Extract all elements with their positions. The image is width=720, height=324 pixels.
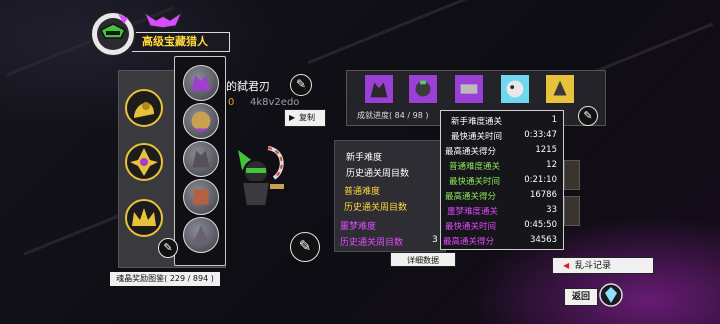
- hero-character-icon: [228, 140, 292, 210]
- edit-hero-button[interactable]: ✎: [290, 232, 320, 262]
- edit-achievement-button[interactable]: ✎: [578, 106, 598, 126]
- skin-slot-3-icon[interactable]: [183, 141, 219, 177]
- skin-slot-5-icon[interactable]: [183, 217, 219, 253]
- nightmare-cycles-value: 3: [432, 235, 438, 245]
- detail-popup: 新手难度通关 1 最快通关时间 0:33:47 最高通关得分 1215 普通难度…: [440, 110, 564, 250]
- novice-title: 新手难度: [346, 153, 383, 163]
- popup-row: 最快通关时间 0:33:47: [451, 130, 557, 142]
- brawl-record-button[interactable]: ◀ 乱斗记录: [552, 257, 654, 274]
- achievement-progress: 成就进度( 84 / 98 ): [357, 111, 429, 120]
- copy-label: 复制: [299, 113, 315, 122]
- player-name: 的弑君刃: [226, 80, 270, 93]
- collection-progress[interactable]: 魂晶奖励图鉴( 229 / 894 ): [110, 272, 220, 286]
- achievement-4-icon[interactable]: [500, 74, 530, 104]
- gold-crown-medal-icon[interactable]: [124, 198, 164, 238]
- popup-row: 最快通关时间 0:45:50: [445, 220, 557, 232]
- skin-selector[interactable]: [174, 56, 226, 266]
- brawl-record-label: 乱斗记录: [575, 261, 612, 271]
- edit-name-button[interactable]: ✎: [290, 74, 312, 96]
- popup-row: 噩梦难度通关 33: [447, 205, 557, 217]
- achievement-3-icon[interactable]: [454, 74, 484, 104]
- title-label: 高级宝藏猎人: [142, 35, 208, 48]
- gold-lion-medal-icon[interactable]: [124, 88, 164, 128]
- skin-slot-1-icon[interactable]: [183, 65, 219, 101]
- arrow-right-icon: ▶: [289, 113, 296, 122]
- popup-row: 最高通关得分 34563: [443, 235, 557, 247]
- nightmare-cycles: 历史通关周目数: [340, 238, 404, 248]
- detail-data-button[interactable]: 详细数据: [390, 252, 456, 267]
- player-value: 0: [228, 97, 235, 108]
- edit-badge-button[interactable]: ✎: [158, 238, 178, 258]
- popup-row: 普通难度通关 12: [449, 160, 557, 172]
- triangle-left-icon: ◀: [563, 261, 570, 270]
- back-button[interactable]: 返回: [564, 288, 598, 306]
- popup-row: 最高通关得分 16786: [445, 190, 557, 202]
- skin-slot-2-icon[interactable]: [183, 103, 219, 139]
- achievement-2-icon[interactable]: [408, 74, 438, 104]
- horns-icon: [142, 9, 184, 30]
- hunter-emblem-icon: [88, 8, 138, 58]
- gold-fleur-medal-icon[interactable]: [124, 142, 164, 182]
- title-ribbon: 高级宝藏猎人: [132, 32, 230, 52]
- popup-row: 最快通关时间 0:21:10: [449, 175, 557, 187]
- achievement-1-icon[interactable]: [364, 74, 394, 104]
- player-code: 4k8v2edo: [250, 97, 300, 108]
- popup-row: 新手难度通关 1: [451, 115, 557, 127]
- achievement-5-icon[interactable]: [545, 74, 575, 104]
- popup-row: 最高通关得分 1215: [445, 145, 557, 157]
- side-badge-icon: [564, 196, 580, 226]
- gem-icon: [598, 282, 624, 308]
- normal-cycles: 历史通关周目数: [344, 203, 408, 213]
- copy-button[interactable]: ▶ 复制: [284, 109, 326, 127]
- skin-slot-4-icon[interactable]: [183, 179, 219, 215]
- normal-title: 普通难度: [344, 187, 381, 197]
- novice-cycles: 历史通关周目数: [346, 169, 410, 179]
- nightmare-title: 噩梦难度: [340, 222, 377, 232]
- side-badge-icon: [564, 160, 580, 190]
